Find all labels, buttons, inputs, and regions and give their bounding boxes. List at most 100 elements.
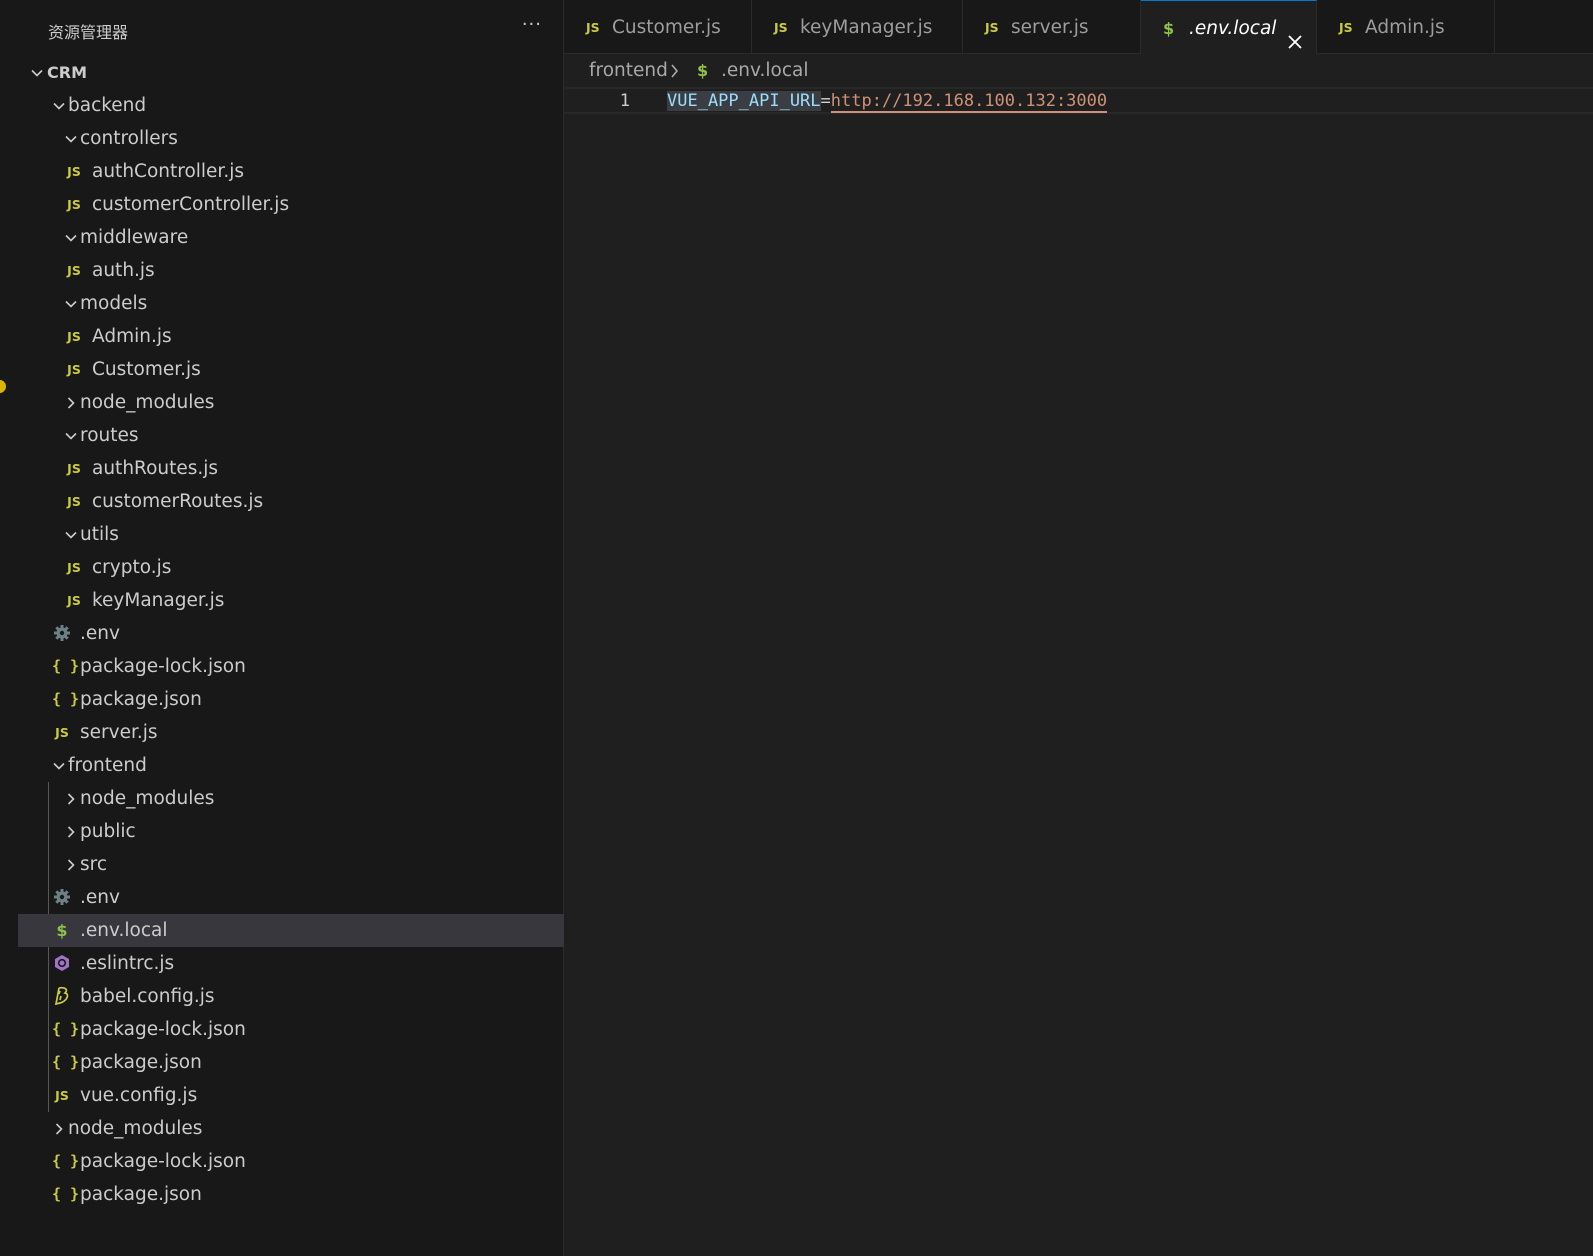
explorer-sidebar: 资源管理器 ··· CRM backend controllers JS authCon… xyxy=(18,0,564,1256)
tree-item-package-lock-json[interactable]: { } package-lock.json xyxy=(18,650,564,683)
tree-item-label: package.json xyxy=(80,1184,202,1205)
tree-item-authroutes-js[interactable]: JS authRoutes.js xyxy=(18,452,564,485)
chevron-down-icon[interactable] xyxy=(52,89,68,122)
tab-label: keyManager.js xyxy=(800,17,933,38)
tab-customer-js[interactable]: JS Customer.js xyxy=(564,0,752,53)
tree-item-customercontroller-js[interactable]: JS customerController.js xyxy=(18,188,564,221)
tree-item-package-lock-json[interactable]: { } package-lock.json xyxy=(18,1013,564,1046)
tree-item-label: auth.js xyxy=(92,260,155,281)
tree-item-label: babel.config.js xyxy=(80,986,215,1007)
close-icon[interactable] xyxy=(1286,18,1304,49)
breadcrumb-folder[interactable]: frontend xyxy=(589,56,668,86)
json-file-icon: { } xyxy=(52,1020,80,1038)
tree-item-label: node_modules xyxy=(80,788,215,809)
tab-label: server.js xyxy=(1011,17,1089,38)
tree-item-authcontroller-js[interactable]: JS authController.js xyxy=(18,155,564,188)
tree-item-env-local[interactable]: $ .env.local xyxy=(18,914,564,947)
tree-item-label: Customer.js xyxy=(92,359,201,380)
tree-item-label: package-lock.json xyxy=(80,656,246,677)
breadcrumb-dollar-icon: $ xyxy=(697,61,709,80)
breadcrumb-file[interactable]: .env.local xyxy=(721,56,809,86)
file-tree: CRM backend controllers JS authController.js… xyxy=(18,56,564,1211)
tree-item-src[interactable]: src xyxy=(18,848,564,881)
chevron-right-icon[interactable] xyxy=(64,815,80,848)
tree-item-middleware[interactable]: middleware xyxy=(18,221,564,254)
tree-item-env[interactable]: .env xyxy=(18,617,564,650)
env-key[interactable]: VUE_APP_API_URL xyxy=(667,91,821,111)
tab-label: .env.local xyxy=(1189,18,1277,39)
chevron-down-icon[interactable] xyxy=(64,518,80,551)
tree-item-models[interactable]: models xyxy=(18,287,564,320)
chevron-down-icon[interactable] xyxy=(64,287,80,320)
tree-item-admin-js[interactable]: JS Admin.js xyxy=(18,320,564,353)
javascript-file-icon: JS xyxy=(67,329,81,344)
tab-env-local[interactable]: $ .env.local xyxy=(1141,0,1317,54)
chevron-down-icon[interactable] xyxy=(30,56,46,89)
tree-item-label: Admin.js xyxy=(92,326,172,347)
tree-item-label: .env xyxy=(80,887,120,908)
javascript-file-icon: JS xyxy=(55,1088,69,1103)
tree-item-backend[interactable]: backend xyxy=(18,89,564,122)
tree-item-package-json[interactable]: { } package.json xyxy=(18,1178,564,1211)
chevron-right-icon[interactable] xyxy=(64,386,80,419)
babel-icon xyxy=(52,980,72,1013)
tree-item-label: .env.local xyxy=(80,920,168,941)
env-value-link[interactable]: http://192.168.100.132:3000 xyxy=(830,91,1108,113)
tab-admin-js[interactable]: JS Admin.js xyxy=(1317,0,1495,53)
tree-item-babel-config-js[interactable]: babel.config.js xyxy=(18,980,564,1013)
javascript-file-icon: JS xyxy=(586,20,600,35)
tree-item-controllers[interactable]: controllers xyxy=(18,122,564,155)
tree-item-label: models xyxy=(80,293,148,314)
activity-bar xyxy=(0,0,18,1256)
tree-item-label: .eslintrc.js xyxy=(80,953,175,974)
env-dollar-icon: $ xyxy=(56,921,68,940)
tree-item-routes[interactable]: routes xyxy=(18,419,564,452)
tab-label: Admin.js xyxy=(1365,17,1445,38)
javascript-file-icon: JS xyxy=(67,197,81,212)
tree-item-package-json[interactable]: { } package.json xyxy=(18,1046,564,1079)
gear-icon xyxy=(52,617,72,650)
tree-item-label: package-lock.json xyxy=(80,1019,246,1040)
chevron-right-icon[interactable] xyxy=(52,1112,68,1145)
tree-item-package-json[interactable]: { } package.json xyxy=(18,683,564,716)
code-line[interactable]: VUE_APP_API_URL=http://192.168.100.132:3… xyxy=(667,86,1108,116)
tree-item-package-lock-json[interactable]: { } package-lock.json xyxy=(18,1145,564,1178)
tree-item-crm[interactable]: CRM xyxy=(18,56,564,89)
more-actions-button[interactable]: ··· xyxy=(522,14,542,35)
tree-item-node-modules[interactable]: node_modules xyxy=(18,386,564,419)
tree-item-env[interactable]: .env xyxy=(18,881,564,914)
chevron-down-icon[interactable] xyxy=(52,749,68,782)
chevron-right-icon[interactable] xyxy=(64,782,80,815)
javascript-file-icon: JS xyxy=(67,164,81,179)
tree-item-label: backend xyxy=(68,95,147,116)
tree-item-auth-js[interactable]: JS auth.js xyxy=(18,254,564,287)
tree-item-utils[interactable]: utils xyxy=(18,518,564,551)
tree-item-frontend[interactable]: frontend xyxy=(18,749,564,782)
gear-icon xyxy=(52,881,72,914)
tree-item-label: .env xyxy=(80,623,120,644)
javascript-file-icon: JS xyxy=(67,362,81,377)
code-editor[interactable]: 1 VUE_APP_API_URL=http://192.168.100.132… xyxy=(564,86,1593,1256)
tree-item-label: middleware xyxy=(80,227,189,248)
tree-item-eslintrc-js[interactable]: .eslintrc.js xyxy=(18,947,564,980)
notification-badge[interactable] xyxy=(0,380,6,393)
json-file-icon: { } xyxy=(52,690,80,708)
tree-item-keymanager-js[interactable]: JS keyManager.js xyxy=(18,584,564,617)
tree-item-customer-js[interactable]: JS Customer.js xyxy=(18,353,564,386)
javascript-file-icon: JS xyxy=(55,725,69,740)
chevron-down-icon[interactable] xyxy=(64,221,80,254)
chevron-right-icon[interactable] xyxy=(64,848,80,881)
tree-item-customerroutes-js[interactable]: JS customerRoutes.js xyxy=(18,485,564,518)
editor-tab-bar: JS Customer.js JS keyManager.js JS server.js $… xyxy=(564,0,1593,54)
tab-keymanager-js[interactable]: JS keyManager.js xyxy=(752,0,963,53)
tree-item-label: frontend xyxy=(68,755,147,776)
tree-item-public[interactable]: public xyxy=(18,815,564,848)
tree-item-crypto-js[interactable]: JS crypto.js xyxy=(18,551,564,584)
tab-server-js[interactable]: JS server.js xyxy=(963,0,1141,53)
tree-item-vue-config-js[interactable]: JS vue.config.js xyxy=(18,1079,564,1112)
chevron-down-icon[interactable] xyxy=(64,419,80,452)
tree-item-node-modules[interactable]: node_modules xyxy=(18,782,564,815)
tree-item-node-modules[interactable]: node_modules xyxy=(18,1112,564,1145)
tree-item-server-js[interactable]: JS server.js xyxy=(18,716,564,749)
chevron-down-icon[interactable] xyxy=(64,122,80,155)
